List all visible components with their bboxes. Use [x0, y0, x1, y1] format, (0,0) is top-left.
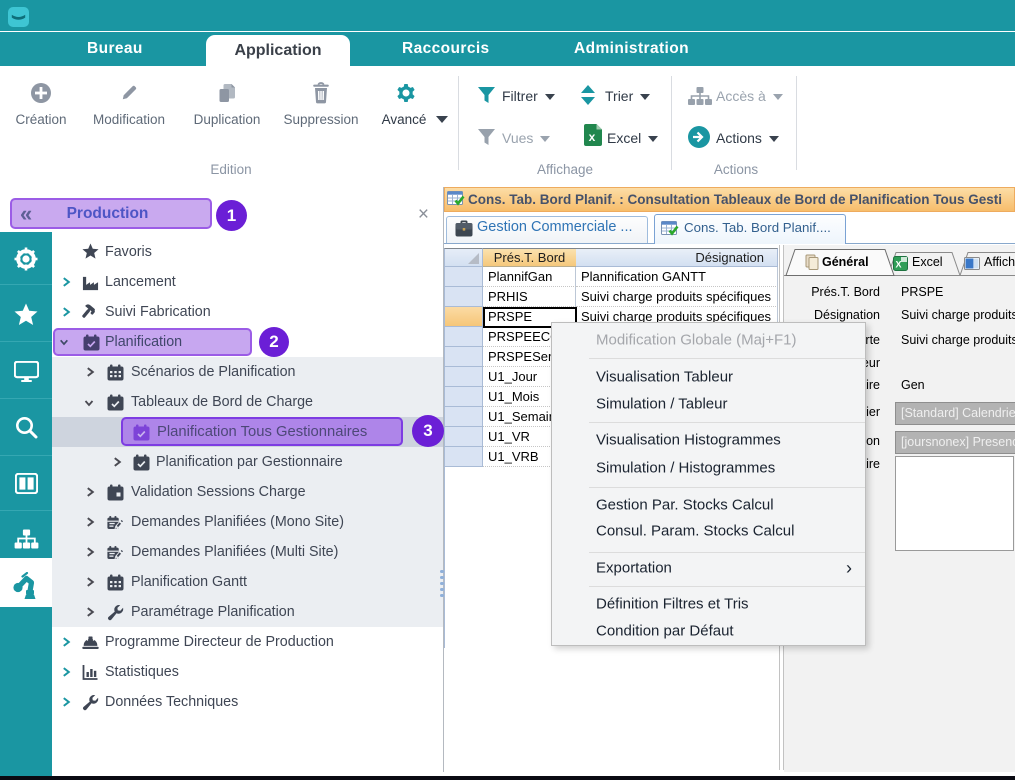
svg-text:X: X — [895, 260, 901, 270]
svg-text:x: x — [589, 130, 596, 144]
